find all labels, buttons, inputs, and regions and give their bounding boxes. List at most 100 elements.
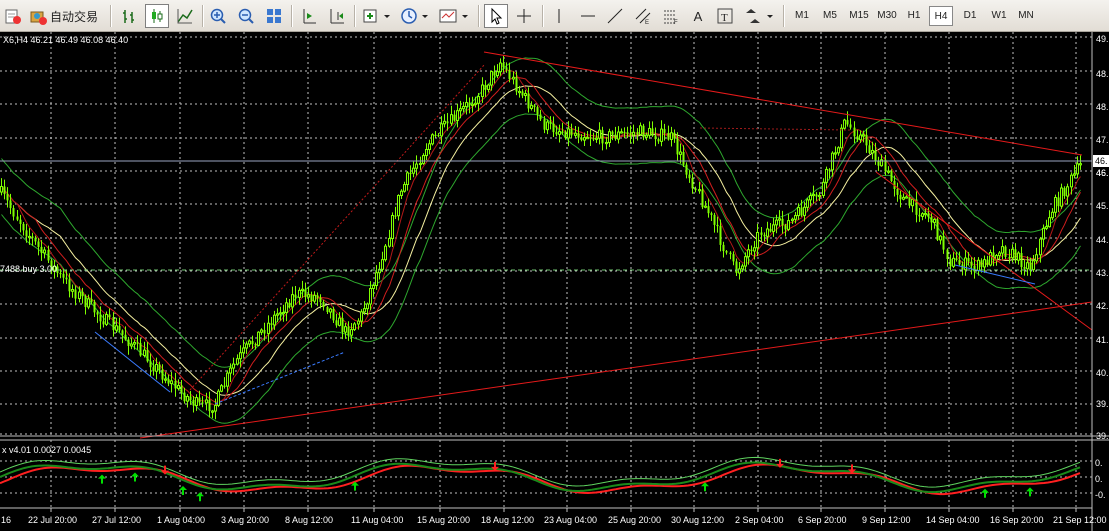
time-axis-label: 6 Sep 20:00 <box>798 515 847 525</box>
autotrading-button[interactable]: 自动交易 <box>28 4 102 28</box>
candlestick-chart-icon[interactable] <box>145 4 169 28</box>
candle-body-bull <box>1039 238 1042 256</box>
equidistant-channel-icon[interactable]: E <box>632 4 654 28</box>
templates-dropdown[interactable] <box>436 4 472 28</box>
candle-body-bear <box>626 132 629 134</box>
candle-body-bull <box>837 147 840 154</box>
price-axis-label: 43. <box>1096 268 1109 278</box>
timeframe-d1[interactable]: D1 <box>958 6 982 26</box>
candle-body-bull <box>115 325 118 331</box>
time-axis-label: 15 Aug 20:00 <box>417 515 470 525</box>
candle-body-bear <box>37 241 40 247</box>
candle-body-bear <box>102 321 105 325</box>
candle-body-bull <box>1073 173 1076 176</box>
candle-body-bear <box>688 174 691 179</box>
time-axis-label: 11 Aug 04:00 <box>351 515 403 525</box>
candle-body-bear <box>304 289 307 298</box>
candle-body-bear <box>732 254 735 262</box>
candle-body-bear <box>198 397 201 403</box>
candle-body-bear <box>208 399 211 412</box>
candle-body-bear <box>16 216 19 220</box>
candle-body-bear <box>332 309 335 321</box>
candle-body-bull <box>353 323 356 331</box>
horizontal-line-icon[interactable] <box>578 4 598 28</box>
candle-body-bear <box>189 396 192 400</box>
crosshair-icon[interactable] <box>513 4 535 28</box>
new-order-icon[interactable] <box>2 4 24 28</box>
time-axis-label: 16 <box>1 515 11 525</box>
candle-body-bear <box>192 399 195 406</box>
price-axis-label: 49. <box>1096 34 1109 44</box>
candle-body-bull <box>177 384 180 389</box>
arrows-dropdown[interactable] <box>741 4 777 28</box>
time-axis-label: 23 Aug 04:00 <box>544 515 597 525</box>
candle-body-bear <box>19 219 22 224</box>
tile-windows-icon[interactable] <box>263 4 285 28</box>
candle-body-bull <box>267 322 270 335</box>
text-tool-button[interactable]: A <box>688 4 708 28</box>
candle-body-bear <box>673 132 676 139</box>
timeframe-h4[interactable]: H4 <box>929 6 953 26</box>
candle-body-bear <box>725 251 728 253</box>
candle-body-bear <box>561 131 564 133</box>
timeframe-h1[interactable]: H1 <box>902 6 926 26</box>
candle-body-bull <box>1070 174 1073 188</box>
candle-body-bull <box>282 311 285 315</box>
line-chart-icon[interactable] <box>174 4 196 28</box>
candle-body-bear <box>936 219 939 240</box>
timeframe-m30[interactable]: M30 <box>873 6 901 26</box>
candle-body-bull <box>512 76 515 80</box>
candle-body-bear <box>167 379 170 384</box>
candle-body-bull <box>530 104 533 109</box>
indicator-axis-label: 0. <box>1095 458 1103 468</box>
candle-body-bull <box>812 193 815 197</box>
zoom-in-icon[interactable] <box>207 4 229 28</box>
price-axis-label: 48. <box>1096 69 1109 79</box>
price-chart[interactable]: X6,H4 46.21 46.49 46.08 46.40 7488 buy 3… <box>0 32 1109 531</box>
candle-body-bear <box>722 244 725 252</box>
candle-body-bull <box>605 141 608 145</box>
cursor-icon[interactable] <box>484 4 508 28</box>
candle-body-bull <box>133 341 136 345</box>
candle-body-bull <box>381 259 384 270</box>
indicators-dropdown[interactable] <box>360 4 394 28</box>
candle-body-bull <box>843 119 846 129</box>
periods-dropdown[interactable] <box>398 4 432 28</box>
candle-body-bear <box>3 186 6 195</box>
candle-body-bull <box>840 127 843 149</box>
timeframe-m5[interactable]: M5 <box>818 6 842 26</box>
timeframe-mn[interactable]: MN <box>1013 6 1039 26</box>
candle-body-bull <box>155 363 158 372</box>
text-label-icon[interactable]: T <box>714 4 736 28</box>
candle-body-bear <box>750 249 753 252</box>
candle-body-bull <box>518 90 521 94</box>
bar-chart-icon[interactable] <box>118 4 140 28</box>
auto-scroll-icon[interactable] <box>298 4 320 28</box>
fibonacci-retracement-icon[interactable]: F <box>660 4 682 28</box>
time-axis-label: 2 Sep 04:00 <box>735 515 784 525</box>
candle-body-bull <box>462 106 465 110</box>
candle-body-bear <box>719 225 722 245</box>
candle-body-bear <box>781 218 784 226</box>
price-axis-label: 42. <box>1096 301 1109 311</box>
timeframe-m15[interactable]: M15 <box>845 6 873 26</box>
timeframe-m1[interactable]: M1 <box>790 6 814 26</box>
candle-body-bull <box>459 108 462 112</box>
time-axis-label: 27 Jul 12:00 <box>92 515 141 525</box>
chart-shift-icon[interactable] <box>326 4 348 28</box>
time-axis-label: 3 Aug 20:00 <box>221 515 269 525</box>
candle-body-bear <box>409 172 412 175</box>
trendline-icon[interactable] <box>605 4 625 28</box>
timeframe-w1[interactable]: W1 <box>986 6 1012 26</box>
candle-body-bull <box>648 127 651 136</box>
candle-body-bear <box>521 91 524 96</box>
candle-body-bear <box>636 132 639 135</box>
vertical-line-icon[interactable] <box>549 4 569 28</box>
candle-body-bull <box>921 213 924 217</box>
candle-body-bull <box>307 294 310 298</box>
candle-body-bear <box>713 214 716 225</box>
candle-body-bear <box>84 296 87 307</box>
candle-body-bull <box>567 128 570 139</box>
zoom-out-icon[interactable] <box>235 4 257 28</box>
autotrading-icon <box>30 11 47 25</box>
